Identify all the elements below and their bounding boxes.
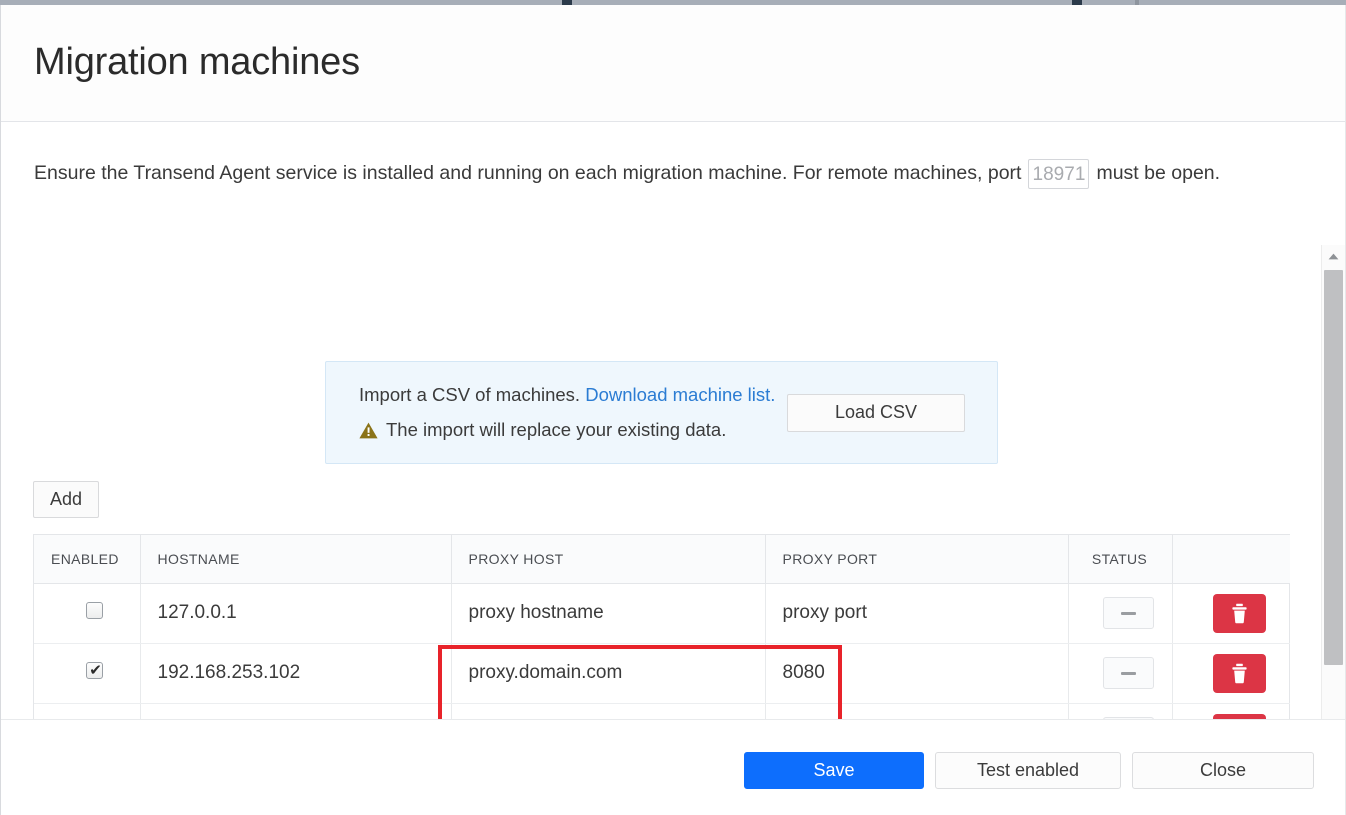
dialog-frame: Migration machines Ensure the Transend A…	[0, 5, 1346, 815]
machines-table: ENABLED HOSTNAME PROXY HOST PROXY PORT S…	[33, 534, 1290, 719]
cell-hostname[interactable]: 192.168.253.102	[140, 643, 452, 704]
intro-text-after: must be open.	[1096, 162, 1221, 185]
cell-proxy-host[interactable]: proxy.domain.com	[451, 643, 766, 704]
cell-status	[1068, 703, 1173, 719]
column-header-status[interactable]: STATUS	[1068, 535, 1173, 584]
column-header-enabled[interactable]: ENABLED	[34, 535, 141, 584]
table-row: ✔ 192.168.253.103 proxy.domain.com 8080	[34, 703, 1290, 719]
status-button[interactable]	[1102, 657, 1154, 689]
cell-actions	[1172, 583, 1290, 644]
close-button[interactable]: Close	[1132, 751, 1314, 789]
page-title: Migration machines	[34, 41, 360, 84]
agent-port-input[interactable]: 18971	[1028, 159, 1090, 189]
add-machine-button[interactable]: Add	[33, 481, 99, 518]
column-header-proxy-port[interactable]: PROXY PORT	[765, 535, 1069, 584]
migration-machines-dialog: Migration machines Ensure the Transend A…	[0, 0, 1346, 815]
cell-status	[1068, 643, 1173, 704]
scrollbar-thumb[interactable]	[1324, 270, 1343, 665]
cell-proxy-host[interactable]: proxy hostname	[451, 583, 766, 644]
body-content: Ensure the Transend Agent service is ins…	[1, 159, 1323, 719]
cell-hostname[interactable]: 192.168.253.103	[140, 703, 452, 719]
status-button[interactable]	[1102, 717, 1154, 719]
cell-proxy-port[interactable]: proxy port	[765, 583, 1069, 644]
csv-warning-label: The import will replace your existing da…	[386, 419, 727, 440]
column-header-actions	[1172, 535, 1290, 584]
delete-row-button[interactable]	[1212, 593, 1266, 633]
checkmark-icon: ✔	[89, 660, 102, 679]
chevron-up-icon	[1328, 253, 1339, 259]
delete-row-button[interactable]	[1212, 653, 1266, 693]
load-csv-button[interactable]: Load CSV	[787, 393, 965, 432]
trash-icon	[1232, 603, 1247, 623]
delete-row-button[interactable]	[1212, 713, 1266, 719]
enabled-checkbox[interactable]: ✔	[86, 660, 104, 679]
enabled-checkbox[interactable]	[86, 601, 104, 619]
cell-enabled	[34, 583, 141, 644]
cell-proxy-port[interactable]: 8080	[765, 703, 1069, 719]
cell-actions	[1172, 703, 1290, 719]
cell-enabled: ✔	[34, 703, 141, 719]
vertical-scrollbar[interactable]	[1321, 245, 1345, 719]
cell-status	[1068, 583, 1173, 644]
cell-proxy-port[interactable]: 8080	[765, 643, 1069, 704]
status-button[interactable]	[1102, 597, 1154, 629]
table-header-row: ENABLED HOSTNAME PROXY HOST PROXY PORT S…	[34, 535, 1290, 584]
csv-import-panel: Import a CSV of machines. Download machi…	[325, 361, 998, 464]
cell-proxy-host[interactable]: proxy.domain.com	[451, 703, 766, 719]
intro-text: Ensure the Transend Agent service is ins…	[34, 159, 1323, 189]
table-row: ✔ 192.168.253.102 proxy.domain.com 8080	[34, 643, 1290, 704]
table-row: 127.0.0.1 proxy hostname proxy port	[34, 583, 1290, 644]
csv-import-line: Import a CSV of machines. Download machi…	[359, 384, 787, 406]
csv-text-column: Import a CSV of machines. Download machi…	[326, 384, 787, 441]
cell-enabled: ✔	[34, 643, 141, 704]
csv-warning-line: The import will replace your existing da…	[359, 419, 787, 441]
download-machine-list-link[interactable]: Download machine list.	[585, 384, 775, 405]
scrollbar-track[interactable]	[1322, 267, 1345, 719]
column-header-proxy-host[interactable]: PROXY HOST	[451, 535, 766, 584]
test-enabled-button[interactable]: Test enabled	[935, 751, 1121, 789]
intro-text-before: Ensure the Transend Agent service is ins…	[34, 162, 1022, 185]
column-header-hostname[interactable]: HOSTNAME	[140, 535, 452, 584]
save-button[interactable]: Save	[744, 751, 924, 789]
dialog-footer: Save Test enabled Close	[1, 725, 1345, 815]
scroll-up-button[interactable]	[1322, 245, 1345, 267]
cell-actions	[1172, 643, 1290, 704]
trash-icon	[1232, 663, 1247, 683]
minus-icon	[1120, 611, 1136, 615]
minus-icon	[1120, 671, 1136, 675]
csv-import-label: Import a CSV of machines.	[359, 384, 581, 405]
dialog-header: Migration machines	[1, 5, 1345, 122]
cell-hostname[interactable]: 127.0.0.1	[140, 583, 452, 644]
warning-icon	[359, 422, 378, 439]
dialog-body: Ensure the Transend Agent service is ins…	[1, 122, 1345, 720]
